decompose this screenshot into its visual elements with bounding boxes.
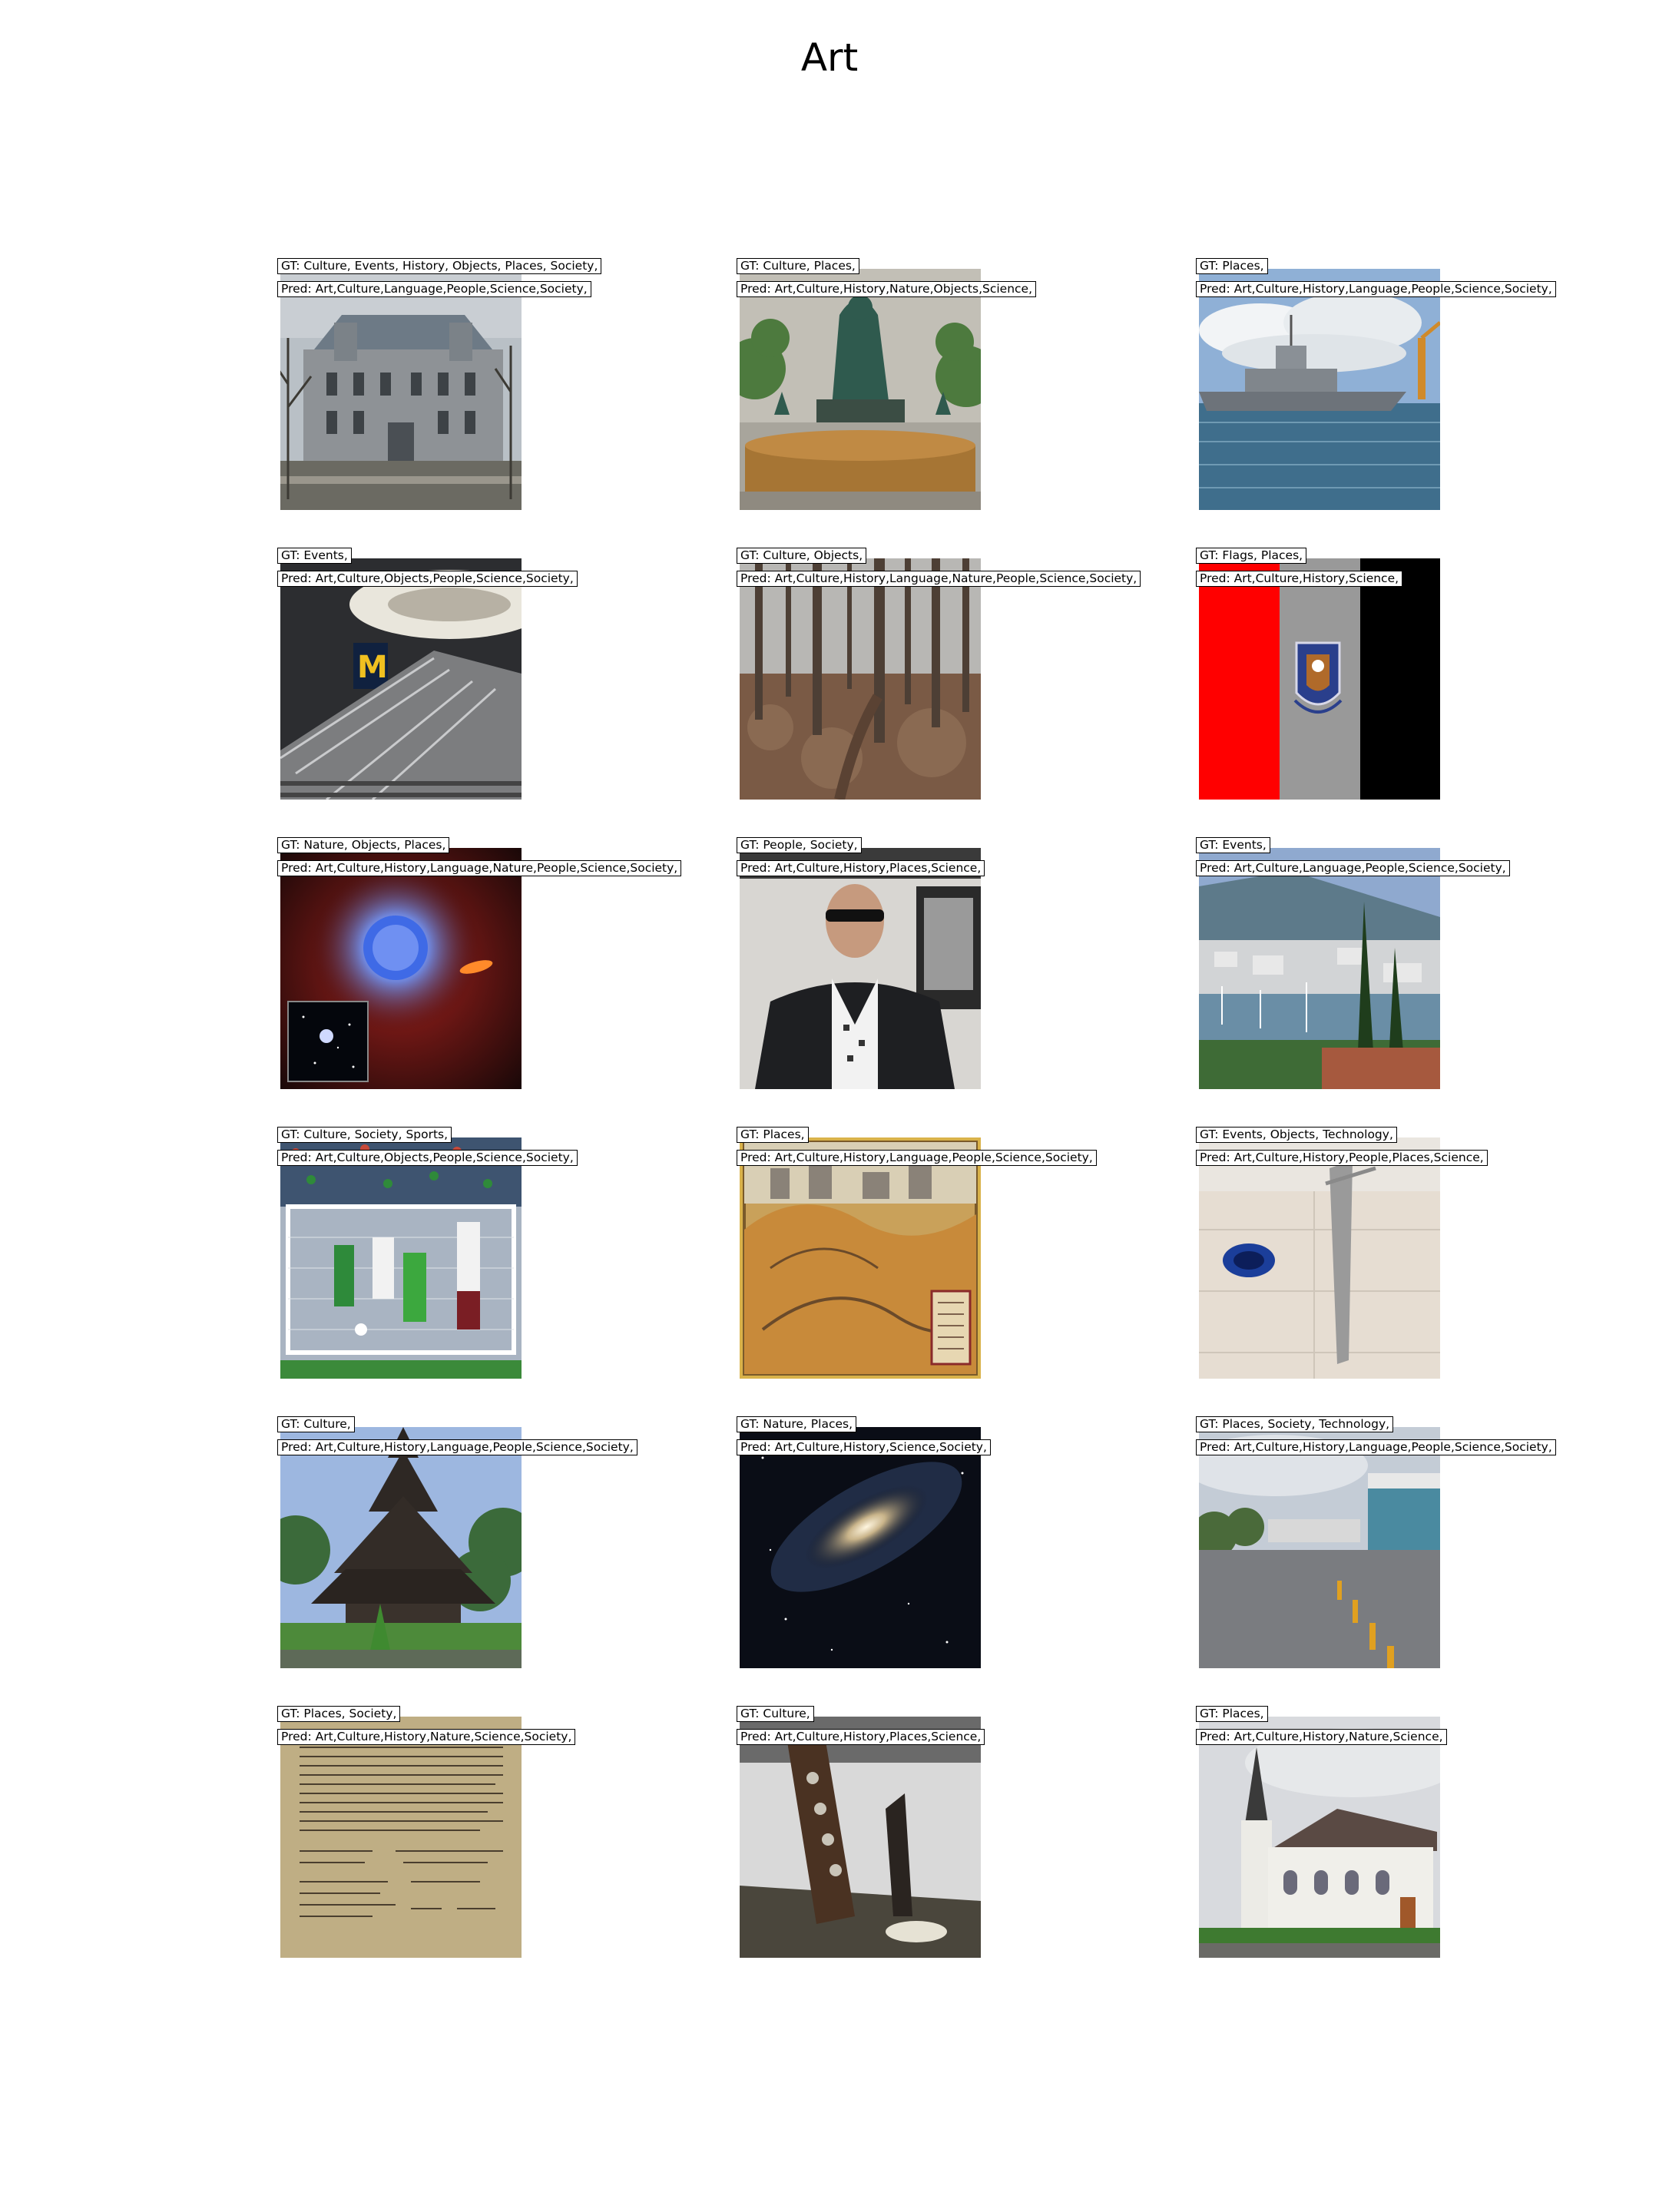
stave-church-photo [280,1427,522,1668]
prediction-label: Pred: Art,Culture,Language,People,Scienc… [1196,860,1510,876]
ground-truth-label: GT: Places, Society, [277,1706,401,1722]
prediction-label: Pred: Art,Culture,History,Language,Peopl… [1196,281,1556,297]
grid-cell: GT: Events, Objects, Technology, Pred: A… [1196,1127,1488,1379]
grid-cell: GT: Places, Pred: Art,Culture,History,La… [737,1127,1097,1379]
ground-truth-label: GT: Culture, Events, History, Objects, P… [277,258,602,274]
prediction-label: Pred: Art,Culture,History,Science, [1196,571,1403,587]
ground-truth-label: GT: Flags, Places, [1196,548,1307,564]
grid-cell: GT: Nature, Objects, Places, Pred: Art,C… [277,837,682,1089]
ground-truth-label: GT: Nature, Places, [737,1416,857,1432]
old-document-image [280,1717,522,1958]
grid-cell: GT: Culture, Society, Sports, Pred: Art,… [277,1127,578,1379]
street-photo [1199,1427,1440,1668]
prediction-label: Pred: Art,Culture,Objects,People,Science… [277,1150,578,1166]
ground-truth-label: GT: People, Society, [737,837,862,853]
soccer-photo [280,1137,522,1379]
ground-truth-label: GT: Events, [1196,837,1270,853]
ground-truth-label: GT: Events, Objects, Technology, [1196,1127,1397,1143]
escalator-hall-photo: M [280,558,522,800]
prediction-label: Pred: Art,Culture,History,Places,Science… [737,1729,985,1745]
grid-cell: GT: Culture, Pred: Art,Culture,History,L… [277,1416,637,1668]
old-map-image [740,1137,981,1379]
mansion-photo [280,269,522,510]
ground-truth-label: GT: Places, [1196,1706,1268,1722]
prediction-label: Pred: Art,Culture,History,Nature,Science… [1196,1729,1447,1745]
ground-truth-label: GT: Culture, Places, [737,258,859,274]
prediction-label: Pred: Art,Culture,History,Language,Peopl… [1196,1439,1556,1455]
grid-cell: GT: Nature, Places, Pred: Art,Culture,Hi… [737,1416,991,1668]
grid-cell: GT: Culture, Places, Pred: Art,Culture,H… [737,258,1037,510]
page-title: Art [800,35,859,80]
forest-photo [740,558,981,800]
prediction-label: Pred: Art,Culture,History,Language,Natur… [277,860,682,876]
ground-truth-label: GT: Culture, [737,1706,814,1722]
fountain-photo [740,269,981,510]
ground-truth-label: GT: Places, [737,1127,809,1143]
star-illustration [280,848,522,1089]
grid-cell: GT: Places, Society, Pred: Art,Culture,H… [277,1706,576,1958]
ground-truth-label: GT: Places, Society, Technology, [1196,1416,1394,1432]
ground-truth-label: GT: Culture, [277,1416,355,1432]
ground-truth-label: GT: Nature, Objects, Places, [277,837,450,853]
grid-cell: GT: Places, Pred: Art,Culture,History,Na… [1196,1706,1447,1958]
prediction-label: Pred: Art,Culture,Objects,People,Science… [277,571,578,587]
flag-image [1199,558,1440,800]
man-portrait-photo [740,848,981,1089]
grid-cell: GT: People, Society, Pred: Art,Culture,H… [737,837,985,1089]
grid-cell: GT: Flags, Places, Pred: Art,Culture,His… [1196,548,1440,800]
prediction-label: Pred: Art,Culture,History,Places,Science… [737,860,985,876]
wooden-tool-photo [740,1717,981,1958]
prediction-label: Pred: Art,Culture,History,Nature,Objects… [737,281,1037,297]
harbor-photo [1199,848,1440,1089]
grid-cell: GT: Culture, Pred: Art,Culture,History,P… [737,1706,985,1958]
prediction-label: Pred: Art,Culture,History,Nature,Science… [277,1729,576,1745]
prediction-label: Pred: Art,Culture,Language,People,Scienc… [277,281,591,297]
grid-cell: GT: Culture, Events, History, Objects, P… [277,258,602,510]
grid-cell: GT: Events, Pred: Art,Culture,Language,P… [1196,837,1510,1089]
prediction-label: Pred: Art,Culture,History,Language,Natur… [737,571,1141,587]
prediction-label: Pred: Art,Culture,History,Science,Societ… [737,1439,991,1455]
warship-photo [1199,269,1440,510]
prediction-label: Pred: Art,Culture,History,Language,Peopl… [737,1150,1097,1166]
ground-truth-label: GT: Culture, Society, Sports, [277,1127,452,1143]
svg-text:M: M [357,650,388,685]
galaxy-photo [740,1427,981,1668]
grid-cell: GT: Culture, Objects, Pred: Art,Culture,… [737,548,1141,800]
ground-truth-label: GT: Events, [277,548,352,564]
grid-cell: M GT: Events, Pred: Art,Culture,Objects,… [277,548,578,800]
grid-cell: GT: Places, Society, Technology, Pred: A… [1196,1416,1556,1668]
grid-cell: GT: Places, Pred: Art,Culture,History,La… [1196,258,1556,510]
wall-fixture-photo [1199,1137,1440,1379]
prediction-label: Pred: Art,Culture,History,People,Places,… [1196,1150,1488,1166]
prediction-label: Pred: Art,Culture,History,Language,Peopl… [277,1439,637,1455]
ground-truth-label: GT: Places, [1196,258,1268,274]
ground-truth-label: GT: Culture, Objects, [737,548,867,564]
white-church-photo [1199,1717,1440,1958]
